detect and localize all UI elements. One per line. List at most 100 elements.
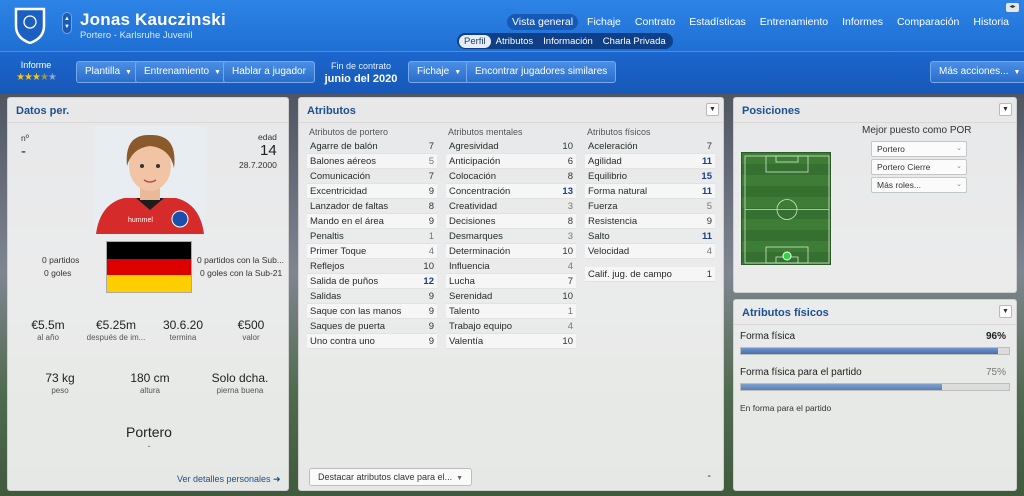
attribute-row[interactable]: Salto 11 [585, 229, 715, 244]
transfer-button[interactable]: Fichaje ▼ [408, 61, 471, 83]
physical-attributes-header: Atributos físicos [587, 127, 651, 137]
view-personal-details-link[interactable]: Ver detalles personales ➜ [177, 474, 281, 485]
attribute-row[interactable]: Serenidad 10 [446, 289, 576, 304]
report-rating[interactable]: Informe ★★★★★ [10, 60, 62, 83]
highlight-key-attributes-dropdown[interactable]: Destacar atributos clave para el... ▼ [309, 468, 473, 486]
attribute-row[interactable]: Uno contra uno 9 [307, 334, 437, 349]
player-switch-arrows[interactable]: ▲ ▼ [62, 12, 72, 34]
attribute-row[interactable]: Creatividad 3 [446, 199, 576, 214]
attribute-row[interactable]: Equilibrio 15 [585, 169, 715, 184]
attribute-row[interactable]: Influencia 4 [446, 259, 576, 274]
panel-menu-chevron-icon[interactable]: ▼ [999, 305, 1012, 318]
divider [734, 324, 1016, 325]
attribute-value: 10 [562, 246, 573, 257]
attribute-name: Concentración [449, 186, 511, 197]
market-value-stat: €5.25m después de im... [82, 318, 150, 342]
panel-title: Atributos [307, 105, 356, 117]
subnav-tab-2[interactable]: Información [538, 35, 598, 48]
attribute-row[interactable]: Fuerza 5 [585, 199, 715, 214]
field-rating-value: 1 [706, 269, 712, 280]
attribute-row[interactable]: Lucha 7 [446, 274, 576, 289]
nav-tab-0[interactable]: Vista general [506, 14, 579, 30]
nav-tab-1[interactable]: Fichaje [582, 14, 626, 30]
attribute-row[interactable]: Valentía 10 [446, 334, 576, 349]
attribute-row[interactable]: Saques de puerta 9 [307, 319, 437, 334]
attribute-row[interactable]: Determinación 10 [446, 244, 576, 259]
squad-button-label: Plantilla [85, 66, 121, 77]
find-similar-button[interactable]: Encontrar jugadores similares [466, 61, 617, 83]
attribute-row[interactable]: Salidas 9 [307, 289, 437, 304]
more-actions-button[interactable]: Más acciones... ▼ [930, 61, 1024, 83]
panel-menu-chevron-icon[interactable]: ▼ [706, 103, 719, 116]
attribute-row[interactable]: Resistencia 9 [585, 214, 715, 229]
talk-to-player-button[interactable]: Hablar a jugador [223, 61, 315, 83]
attribute-value: 6 [567, 156, 573, 167]
attribute-row[interactable]: Velocidad 4 [585, 244, 715, 259]
goalkeeper-attributes: Atributos de portero Agarre de balón 7 Bal… [307, 125, 437, 349]
attribute-row[interactable]: Agarre de balón 7 [307, 139, 437, 154]
player-header: ▲ ▼ Jonas Kauczinski Portero - Karlsruhe … [0, 0, 1024, 51]
weight-stat: 73 kg peso [32, 371, 88, 395]
wage-label: al año [37, 333, 59, 342]
attribute-value: 9 [428, 291, 434, 302]
attribute-value: 10 [562, 336, 573, 347]
training-button[interactable]: Entrenamiento ▼ [135, 61, 230, 83]
attribute-value: 8 [567, 216, 573, 227]
attribute-row[interactable]: Concentración 13 [446, 184, 576, 199]
attribute-row[interactable]: Talento 1 [446, 304, 576, 319]
attribute-row[interactable]: Penaltis 1 [307, 229, 437, 244]
attribute-row[interactable]: Primer Toque 4 [307, 244, 437, 259]
attribute-row[interactable]: Reflejos 10 [307, 259, 437, 274]
attribute-row[interactable]: Excentricidad 9 [307, 184, 437, 199]
attribute-value: 11 [701, 156, 712, 167]
nav-tab-3[interactable]: Estadísticas [684, 14, 751, 30]
nav-tab-5[interactable]: Informes [837, 14, 888, 30]
attribute-row[interactable]: Anticipación 6 [446, 154, 576, 169]
subnav-tab-3[interactable]: Charla Privada [598, 35, 671, 48]
attribute-name: Uno contra uno [310, 336, 375, 347]
attribute-row[interactable]: Lanzador de faltas 8 [307, 199, 437, 214]
attribute-row[interactable]: Salida de puños 12 [307, 274, 437, 289]
nav-tab-4[interactable]: Entrenamiento [755, 14, 833, 30]
attribute-name: Salto [588, 231, 610, 242]
attribute-row[interactable]: Balones aéreos 5 [307, 154, 437, 169]
contract-date: junio del 2020 [324, 73, 398, 85]
attribute-value: 9 [428, 321, 434, 332]
subnav-tab-0[interactable]: Perfil [459, 34, 491, 48]
player-club-position[interactable]: Portero - Karlsruhe Juvenil [80, 30, 192, 41]
attribute-row[interactable]: Aceleración 7 [585, 139, 715, 154]
role-dropdown-goalkeeper[interactable]: Portero ⌄ [871, 141, 967, 157]
attribute-name: Talento [449, 306, 480, 317]
attribute-row[interactable]: Forma natural 11 [585, 184, 715, 199]
more-roles-dropdown[interactable]: Más roles... ⌄ [871, 177, 967, 193]
attribute-row[interactable]: Colocación 8 [446, 169, 576, 184]
subnav-tab-1[interactable]: Atributos [491, 35, 539, 48]
attribute-name: Lucha [449, 276, 475, 287]
squad-button[interactable]: Plantilla ▼ [76, 61, 141, 83]
attribute-row[interactable]: Decisiones 8 [446, 214, 576, 229]
goals-scored: 0 goles [44, 268, 72, 278]
attribute-row[interactable]: Desmarques 3 [446, 229, 576, 244]
attribute-row[interactable]: Mando en el área 9 [307, 214, 437, 229]
attribute-row[interactable]: Trabajo equipo 4 [446, 319, 576, 334]
fitness-status: En forma para el partido [740, 403, 832, 413]
panel-menu-chevron-icon[interactable]: ▼ [999, 103, 1012, 116]
nav-tab-6[interactable]: Comparación [892, 14, 964, 30]
attribute-name: Lanzador de faltas [310, 201, 389, 212]
panel-title: Datos per. [16, 105, 70, 117]
restore-window-icon[interactable]: ◂▸ [1006, 3, 1019, 12]
attribute-name: Mando en el área [310, 216, 384, 227]
attribute-row[interactable]: Agresividad 10 [446, 139, 576, 154]
attribute-row[interactable]: Agilidad 11 [585, 154, 715, 169]
contract-end-value: 30.6.20 [162, 318, 204, 332]
nav-tab-2[interactable]: Contrato [630, 14, 680, 30]
attribute-row[interactable]: Comunicación 7 [307, 169, 437, 184]
player-position-sub: - [147, 441, 151, 451]
physical-attributes: Atributos físicos Aceleración 7 Agilidad 11… [585, 125, 715, 282]
nationality-flag-germany[interactable] [106, 241, 192, 293]
attribute-name: Resistencia [588, 216, 638, 227]
nav-tab-7[interactable]: Historia [968, 14, 1014, 30]
role-dropdown-sweeper-keeper[interactable]: Portero Cierre ⌄ [871, 159, 967, 175]
divider [8, 122, 288, 123]
attribute-row[interactable]: Saque con las manos 9 [307, 304, 437, 319]
